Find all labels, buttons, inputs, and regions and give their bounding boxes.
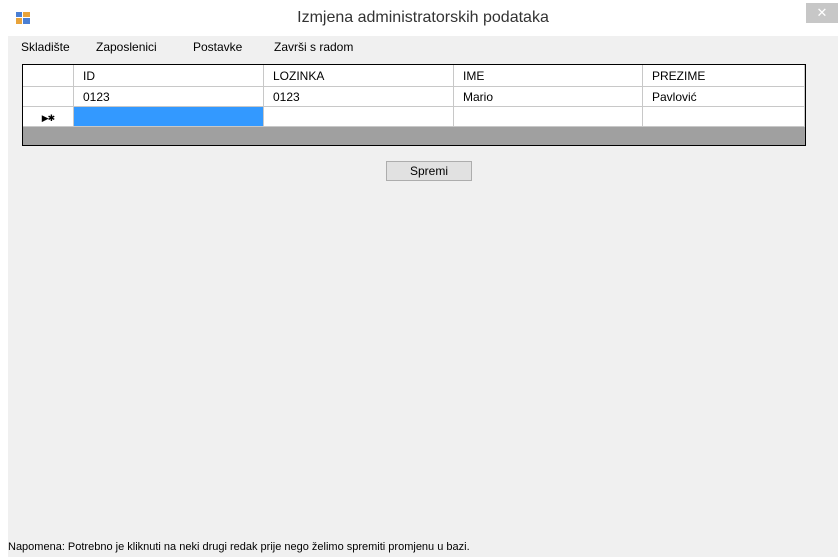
cell-lozinka[interactable]: 0123 (264, 87, 454, 107)
column-header-id[interactable]: ID (74, 65, 264, 87)
table-row[interactable]: 0123 0123 Mario Pavlović (23, 87, 805, 107)
new-cell-prezime[interactable] (643, 107, 805, 127)
column-header-lozinka[interactable]: LOZINKA (264, 65, 454, 87)
new-cell-id[interactable] (74, 107, 264, 127)
new-cell-lozinka[interactable] (264, 107, 454, 127)
cell-ime[interactable]: Mario (454, 87, 643, 107)
save-button[interactable]: Spremi (386, 161, 472, 181)
close-button[interactable]: ✕ (806, 3, 838, 23)
title-bar[interactable]: Izmjena administratorskih podataka ✕ (8, 0, 838, 36)
grid-corner-header[interactable] (23, 65, 74, 87)
menu-item-postavke[interactable]: Postavke (193, 40, 242, 54)
menu-bar: Skladište Zaposlenici Postavke Završi s … (8, 36, 838, 58)
note-text: Napomena: Potrebno je kliknuti na neki d… (8, 541, 470, 553)
application-window: Izmjena administratorskih podataka ✕ Skl… (8, 0, 838, 557)
window-title: Izmjena administratorskih podataka (297, 9, 549, 26)
column-header-ime[interactable]: IME (454, 65, 643, 87)
menu-item-skladiste[interactable]: Skladište (21, 40, 70, 54)
data-grid[interactable]: ID LOZINKA IME PREZIME 0123 0123 Mario P… (22, 64, 806, 146)
menu-item-zavrsi-s-radom[interactable]: Završi s radom (274, 40, 353, 54)
new-row-marker-icon: ▶✱ (41, 113, 56, 123)
column-header-prezime[interactable]: PREZIME (643, 65, 805, 87)
close-icon: ✕ (816, 5, 828, 20)
cell-id[interactable]: 0123 (74, 87, 264, 107)
row-header[interactable] (23, 87, 74, 107)
new-table-row[interactable]: ▶✱ (23, 107, 805, 127)
row-header[interactable]: ▶✱ (23, 107, 74, 127)
menu-item-zaposlenici[interactable]: Zaposlenici (96, 40, 157, 54)
new-cell-ime[interactable] (454, 107, 643, 127)
cell-prezime[interactable]: Pavlović (643, 87, 805, 107)
grid-header-row: ID LOZINKA IME PREZIME (23, 65, 805, 87)
